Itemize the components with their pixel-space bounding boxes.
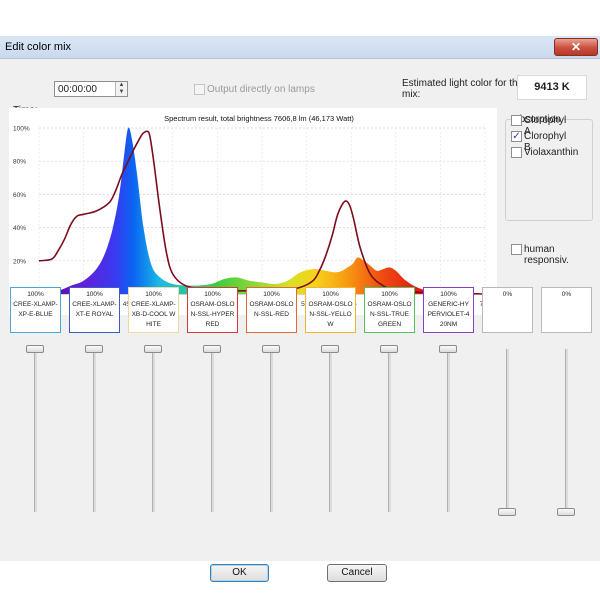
estimate-label-line1: Estimated light color for this xyxy=(402,78,525,89)
slider-track[interactable] xyxy=(506,349,509,512)
y-tick-label: 40% xyxy=(13,225,26,232)
lamp-percent: 0% xyxy=(502,291,513,298)
human-responsive-checkbox[interactable] xyxy=(511,244,522,255)
lamp-percent: 100% xyxy=(27,291,44,298)
slider-thumb[interactable] xyxy=(85,345,103,353)
lamp-percent: 100% xyxy=(86,291,103,298)
estimate-label-line2: mix: xyxy=(402,89,421,100)
absorption-checkbox-3[interactable] xyxy=(511,147,522,158)
lamp-percent: 100% xyxy=(322,291,339,298)
slider-track[interactable] xyxy=(211,349,214,512)
slider-track[interactable] xyxy=(447,349,450,512)
estimated-kelvin-value: 9413 K xyxy=(517,75,587,100)
lamp-name: GENERIC-HYPERVIOLET-420NM xyxy=(427,301,470,328)
spin-down-icon[interactable]: ▼ xyxy=(116,89,127,96)
slider-track[interactable] xyxy=(270,349,273,512)
lamp-percent: 0% xyxy=(561,291,572,298)
lamp-name: OSRAM-OSLON-SSL-HYPERRED xyxy=(190,301,235,328)
edit-color-mix-window: Edit color mix ✕ Time: 00:00:00 ▲ ▼ Outp… xyxy=(0,36,600,582)
time-spinner[interactable]: ▲ ▼ xyxy=(115,82,127,96)
absorption-label-3: Violaxanthin xyxy=(524,147,579,158)
lamp-name: CREE-XLAMP-XT-E ROYAL xyxy=(72,301,117,318)
slider-thumb[interactable] xyxy=(26,345,44,353)
lamp-box[interactable]: 100% OSRAM-OSLON-SSL-TRUE GREEN xyxy=(364,287,415,333)
slider-thumb[interactable] xyxy=(439,345,457,353)
output-directly-checkbox[interactable] xyxy=(194,84,205,95)
lamp-percent: 100% xyxy=(204,291,221,298)
dialog-body: Time: 00:00:00 ▲ ▼ Output directly on la… xyxy=(0,58,600,582)
slider-thumb[interactable] xyxy=(262,345,280,353)
spectrum-chart-panel: Spectrum result, total brightness 7606,8… xyxy=(9,108,497,315)
cancel-button[interactable]: Cancel xyxy=(327,564,387,582)
slider-thumb[interactable] xyxy=(380,345,398,353)
lamp-name: CREE-XLAMP-XB-D-COOL WHITE xyxy=(131,301,176,328)
lamp-name: OSRAM-OSLON-SSL-TRUE GREEN xyxy=(367,301,412,328)
time-value: 00:00:00 xyxy=(58,84,97,95)
slider-thumb[interactable] xyxy=(321,345,339,353)
slider-track[interactable] xyxy=(565,349,568,512)
title-bar: Edit color mix ✕ xyxy=(0,36,600,58)
absorption-checkbox-1[interactable] xyxy=(511,115,522,126)
slider-track[interactable] xyxy=(388,349,391,512)
lamp-name: OSRAM-OSLON-SSL-YELLOW xyxy=(308,301,353,328)
lamp-box[interactable]: 100% GENERIC-HYPERVIOLET-420NM xyxy=(423,287,474,333)
chart-title: Spectrum result, total brightness 7606,8… xyxy=(164,114,354,123)
absorption-checkbox-2[interactable]: ✓ xyxy=(511,131,522,142)
lamp-box[interactable]: 100% OSRAM-OSLON-SSL-HYPERRED xyxy=(187,287,238,333)
lamp-percent: 100% xyxy=(381,291,398,298)
lamp-box[interactable]: 100% OSRAM-OSLON-SSL-RED xyxy=(246,287,297,333)
slider-track[interactable] xyxy=(329,349,332,512)
lamp-box[interactable]: 100% CREE-XLAMP-XT-E ROYAL xyxy=(69,287,120,333)
slider-thumb[interactable] xyxy=(203,345,221,353)
y-tick-label: 100% xyxy=(13,126,30,133)
lamp-box[interactable]: 0% xyxy=(541,287,592,333)
slider-thumb[interactable] xyxy=(144,345,162,353)
slider-track[interactable] xyxy=(152,349,155,512)
output-directly-label: Output directly on lamps xyxy=(207,84,315,95)
lamp-box[interactable]: 100% OSRAM-OSLON-SSL-YELLOW xyxy=(305,287,356,333)
spectrum-chart: Spectrum result, total brightness 7606,8… xyxy=(13,114,491,308)
lamp-box[interactable]: 0% xyxy=(482,287,533,333)
lamp-percent: 100% xyxy=(440,291,457,298)
close-button[interactable]: ✕ xyxy=(554,38,598,56)
human-responsive-label: human responsiv. xyxy=(524,244,569,266)
slider-thumb[interactable] xyxy=(557,508,575,516)
slider-thumb[interactable] xyxy=(498,508,516,516)
lamp-name: OSRAM-OSLON-SSL-RED xyxy=(249,301,294,318)
y-tick-label: 60% xyxy=(13,192,26,199)
y-tick-label: 80% xyxy=(13,159,26,166)
time-input[interactable]: 00:00:00 ▲ ▼ xyxy=(54,81,128,97)
lamp-percent: 100% xyxy=(145,291,162,298)
y-tick-label: 20% xyxy=(13,258,26,265)
lamp-box[interactable]: 100% CREE-XLAMP-XP-E-BLUE xyxy=(10,287,61,333)
spin-up-icon[interactable]: ▲ xyxy=(116,82,127,89)
lamp-box[interactable]: 100% CREE-XLAMP-XB-D-COOL WHITE xyxy=(128,287,179,333)
lamp-name: CREE-XLAMP-XP-E-BLUE xyxy=(13,301,58,318)
ok-button[interactable]: OK xyxy=(210,564,269,582)
window-title: Edit color mix xyxy=(5,41,72,53)
slider-track[interactable] xyxy=(93,349,96,512)
slider-track[interactable] xyxy=(34,349,37,512)
lamp-percent: 100% xyxy=(263,291,280,298)
